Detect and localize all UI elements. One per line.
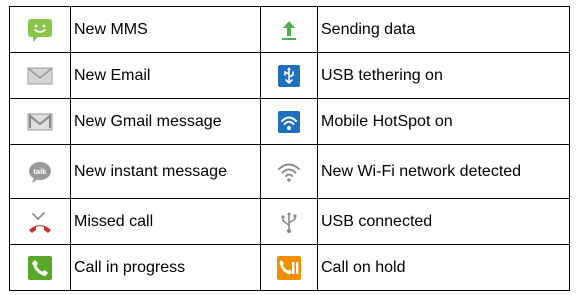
table-row: Missed call USB connected: [9, 198, 570, 245]
email-envelope-icon: [26, 62, 54, 90]
usb-tethering-icon: [275, 62, 303, 90]
call-in-progress-icon: [26, 254, 54, 282]
status-label: New Wi-Fi network detected: [317, 144, 570, 199]
status-label: New Email: [70, 52, 261, 99]
icon-cell: [9, 198, 71, 245]
svg-text:talk: talk: [34, 167, 48, 176]
missed-call-icon: [26, 208, 54, 236]
wifi-icon: [275, 158, 303, 186]
table-row: Call in progress Call on hold: [9, 244, 570, 291]
status-label: New Gmail message: [70, 98, 261, 145]
status-label: New MMS: [70, 6, 261, 53]
icon-cell: [260, 98, 318, 145]
icon-cell: [260, 198, 318, 245]
table-row: New Email USB tethering on: [9, 52, 570, 99]
table-row: New Gmail message Mobile HotSpot on: [9, 98, 570, 145]
talk-bubble-icon: talk: [26, 158, 54, 186]
status-label: Sending data: [317, 6, 570, 53]
table-row: New MMS Sending data: [9, 6, 570, 53]
icon-cell: [260, 144, 318, 199]
icon-cell: [9, 6, 71, 53]
status-label: USB connected: [317, 198, 570, 245]
gmail-icon: [26, 108, 54, 136]
icon-cell: [9, 244, 71, 291]
status-label: New instant message: [70, 144, 261, 199]
icon-cell: [9, 98, 71, 145]
icon-cell: [260, 244, 318, 291]
icon-cell: [260, 6, 318, 53]
call-on-hold-icon: [275, 254, 303, 282]
status-label: Mobile HotSpot on: [317, 98, 570, 145]
icon-cell: talk: [9, 144, 71, 199]
icon-cell: [260, 52, 318, 99]
status-label: Missed call: [70, 198, 261, 245]
status-label: Call in progress: [70, 244, 261, 291]
icon-cell: [9, 52, 71, 99]
status-label: USB tethering on: [317, 52, 570, 99]
hotspot-icon: [275, 108, 303, 136]
upload-arrow-icon: [275, 16, 303, 44]
table-row: talk New instant message New Wi-Fi netwo…: [9, 144, 570, 199]
status-label: Call on hold: [317, 244, 570, 291]
usb-icon: [275, 208, 303, 236]
mms-icon: [26, 16, 54, 44]
status-icon-table: New MMS Sending data New Email USB tethe…: [9, 6, 570, 291]
